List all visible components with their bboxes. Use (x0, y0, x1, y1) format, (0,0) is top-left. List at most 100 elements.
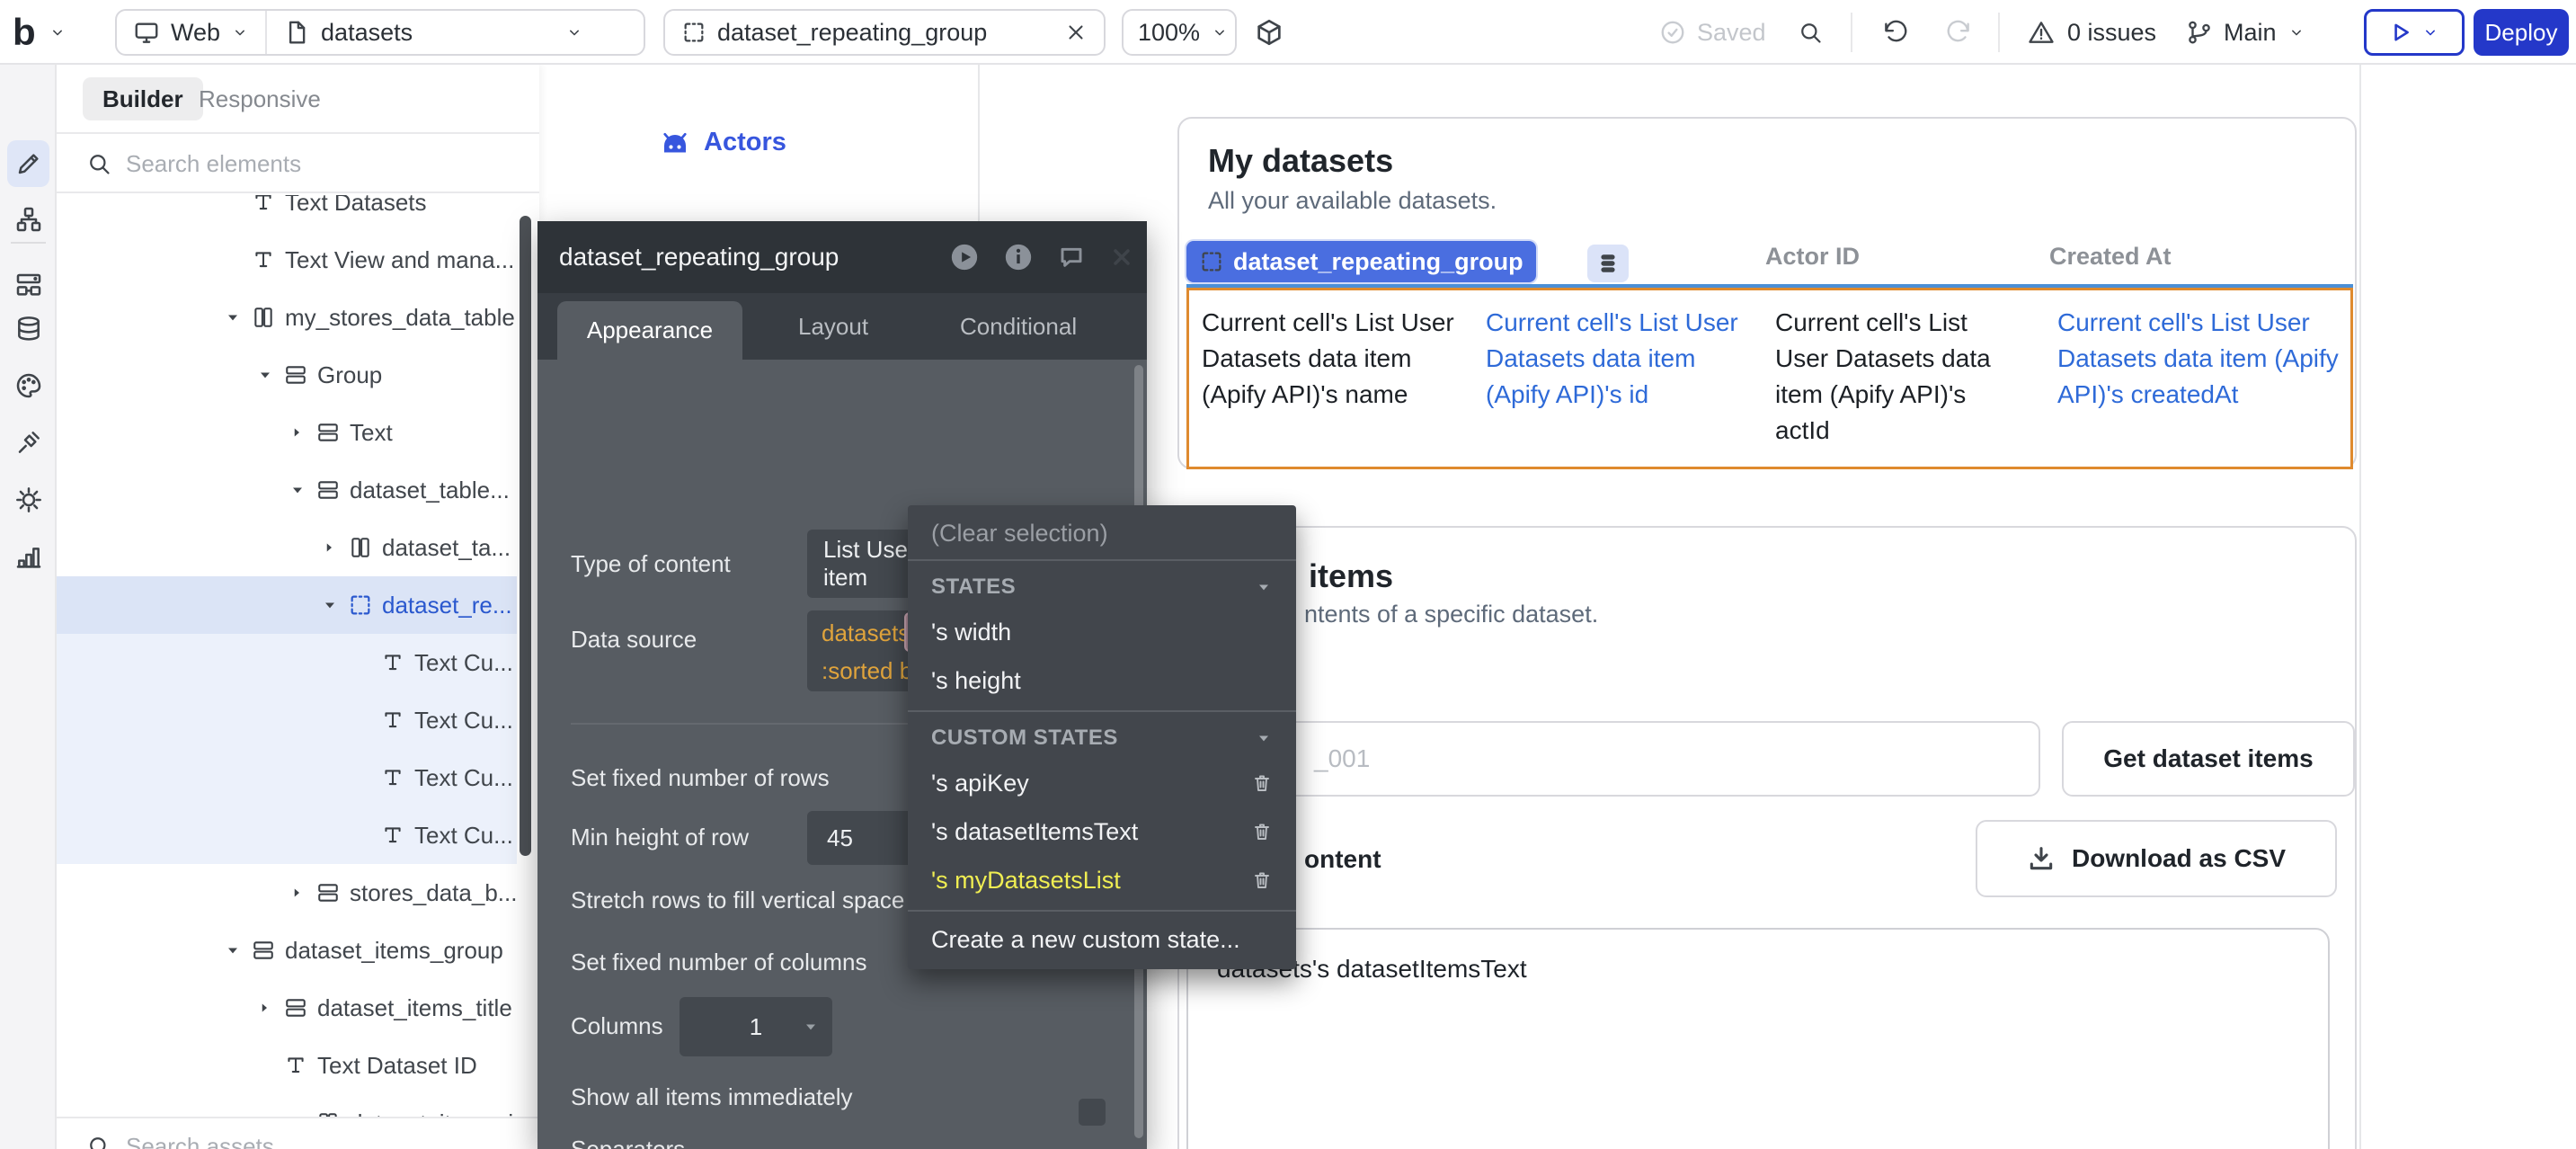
trash-icon[interactable] (1251, 869, 1273, 891)
data-source-chip[interactable] (1587, 245, 1629, 282)
rail-item-logs[interactable] (7, 533, 49, 580)
undo-button[interactable] (1882, 9, 1909, 56)
caret-right-icon[interactable] (289, 885, 305, 901)
rail-item-components[interactable] (7, 261, 49, 307)
tree-item-label: my_stores_data_table (285, 304, 515, 332)
tree-item-stores-data-b-[interactable]: stores_data_b... (57, 864, 517, 922)
zoom-control[interactable]: 100% (1122, 9, 1237, 56)
caret-down-icon[interactable] (321, 596, 339, 614)
tab-layout[interactable]: Layout (798, 293, 868, 360)
columns-select[interactable]: 1 (680, 997, 832, 1056)
menu-item-s-height[interactable]: 's height (908, 656, 1296, 705)
caret-down-icon[interactable] (224, 308, 242, 326)
group-icon (281, 996, 310, 1020)
tree-item-group[interactable]: Group (57, 346, 517, 404)
caret-down-icon[interactable] (289, 481, 306, 499)
component-library-button[interactable] (1254, 9, 1284, 56)
tree-item-text[interactable]: Text (57, 404, 517, 461)
tree-item-label: dataset_items_in... (350, 1109, 539, 1118)
preview-element-icon[interactable] (949, 242, 980, 272)
search-button[interactable] (1798, 9, 1823, 56)
tree-item-dataset-ta-[interactable]: dataset_ta... (57, 519, 517, 576)
caret-down-icon[interactable] (224, 941, 242, 959)
my-datasets-title: My datasets (1208, 142, 1393, 180)
rail-item-plugins[interactable] (7, 419, 49, 466)
tree-item-my-stores-data-table[interactable]: my_stores_data_table (57, 289, 517, 346)
tree-item-dataset-items-in-[interactable]: dataset_items_in... (57, 1094, 517, 1117)
search-icon (1798, 20, 1823, 45)
issues-indicator[interactable]: 0 issues (2028, 9, 2156, 56)
tree-item-text-cu-[interactable]: Text Cu... (57, 691, 517, 749)
preview-button[interactable] (2364, 9, 2465, 56)
column-header-actor-id: Actor ID (1765, 243, 1860, 271)
tree-item-dataset-items-group[interactable]: dataset_items_group (57, 922, 517, 979)
menu-item-s-width[interactable]: 's width (908, 608, 1296, 656)
tree-item-label: Text Cu... (414, 764, 513, 792)
tab-builder[interactable]: Builder (83, 77, 203, 120)
menu-item-s-apikey[interactable]: 's apiKey (908, 759, 1296, 807)
caret-down-icon[interactable] (256, 366, 274, 384)
deploy-button[interactable]: Deploy (2474, 9, 2569, 56)
caret-right-icon[interactable] (289, 424, 305, 441)
close-icon[interactable] (1109, 245, 1134, 270)
caret-right-icon[interactable] (256, 1000, 272, 1016)
tree-item-text-dataset-id[interactable]: Text Dataset ID (57, 1037, 517, 1094)
tree-item-label: Group (317, 361, 382, 389)
menu-section-custom-states[interactable]: CUSTOM STATES (908, 717, 1296, 759)
tab-responsive[interactable]: Responsive (199, 77, 321, 120)
search-icon (86, 151, 111, 176)
menu-item-create-a-new-custom-state[interactable]: Create a new custom state... (908, 917, 1296, 962)
menu-section-label: CUSTOM STATES (931, 726, 1118, 751)
properties-panel-header[interactable]: dataset_repeating_group (537, 221, 1147, 293)
close-icon[interactable] (1064, 21, 1088, 44)
element-tab[interactable]: dataset_repeating_group (663, 9, 1106, 56)
chevron-down-icon (2421, 23, 2439, 41)
logo-chevron-icon[interactable] (49, 9, 67, 56)
dataset-id-input[interactable]: _001 (1208, 721, 2040, 797)
search-assets-input[interactable] (126, 1133, 449, 1149)
comment-icon[interactable] (1057, 243, 1086, 272)
bubble-logo[interactable]: b (13, 9, 35, 56)
repeating-group-selection[interactable]: Current cell's List User Datasets data i… (1186, 288, 2353, 469)
tree-scrollbar[interactable] (520, 216, 531, 856)
undo-icon (1882, 19, 1909, 46)
rail-item-workflow[interactable] (7, 196, 49, 243)
rail-item-data[interactable] (7, 306, 49, 352)
trash-icon[interactable] (1251, 772, 1273, 794)
tree-item-text-cu-[interactable]: Text Cu... (57, 806, 517, 864)
trash-icon[interactable] (1251, 821, 1273, 842)
menu-section-label: STATES (931, 574, 1016, 600)
tree-item-text-cu-[interactable]: Text Cu... (57, 634, 517, 691)
tree-item-text-datasets[interactable]: Text Datasets (57, 195, 517, 231)
tree-item-dataset-items-title[interactable]: dataset_items_title (57, 979, 517, 1037)
download-csv-button[interactable]: Download as CSV (1976, 820, 2337, 897)
menu-item-label: 's height (931, 667, 1021, 695)
get-dataset-items-button[interactable]: Get dataset items (2062, 721, 2355, 797)
tree-item-dataset-table-[interactable]: dataset_table... (57, 461, 517, 519)
tree-item-dataset-re-[interactable]: dataset_re... (57, 576, 517, 634)
tree-item-text-view-and-mana-[interactable]: Text View and mana... (57, 231, 517, 289)
show-all-items-checkbox[interactable] (1079, 1099, 1106, 1126)
selected-element-chip[interactable]: dataset_repeating_group (1186, 241, 1536, 282)
caret-right-icon[interactable] (321, 539, 337, 556)
menu-section-states[interactable]: STATES (908, 566, 1296, 608)
branch-selector[interactable]: Main (2186, 9, 2305, 56)
properties-tabs: Appearance Layout Conditional (537, 293, 1147, 360)
tree-item-label: Text Datasets (285, 195, 427, 217)
actors-nav-item[interactable]: Actors (659, 128, 786, 157)
menu-item-clear-selection[interactable]: (Clear selection) (908, 512, 1296, 554)
tab-conditional[interactable]: Conditional (960, 293, 1077, 360)
page-selector[interactable]: datasets (265, 11, 600, 54)
redo-button[interactable] (1945, 9, 1972, 56)
rail-item-settings[interactable] (7, 477, 49, 523)
search-elements-input[interactable] (126, 150, 449, 178)
info-icon[interactable] (1003, 242, 1034, 272)
tree-item-text-cu-[interactable]: Text Cu... (57, 749, 517, 806)
menu-item-s-datasetitemstext[interactable]: 's datasetItemsText (908, 807, 1296, 856)
mode-selector[interactable]: Web (117, 11, 265, 54)
menu-item-s-mydatasetslist[interactable]: 's myDatasetsList (908, 856, 1296, 904)
rail-item-design[interactable] (7, 140, 49, 187)
save-status: Saved (1659, 9, 1766, 56)
tab-appearance[interactable]: Appearance (557, 301, 742, 360)
rail-item-styles[interactable] (7, 362, 49, 409)
